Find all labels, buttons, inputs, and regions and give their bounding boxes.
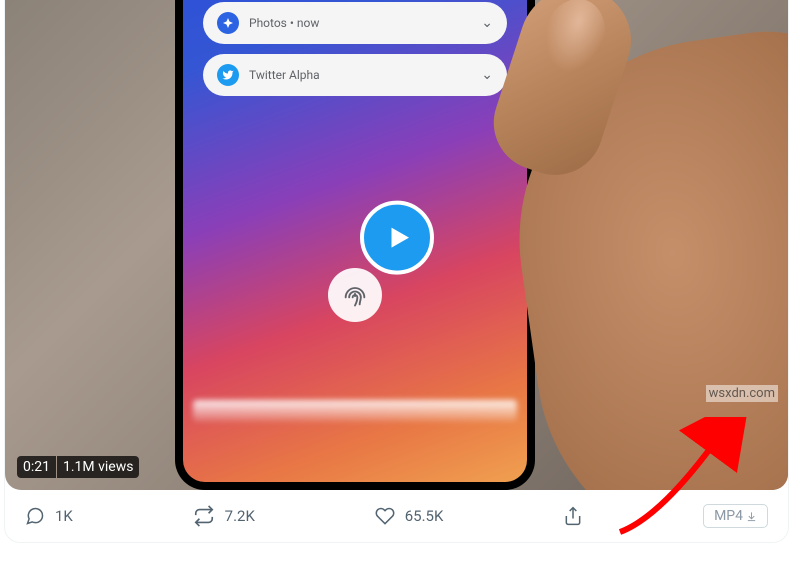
notification-item: Twitter Alpha ⌄: [203, 54, 507, 96]
retweet-icon: [193, 505, 215, 527]
share-icon: [563, 506, 583, 526]
retweet-count: 7.2K: [225, 507, 255, 525]
notification-label: Photos • now: [249, 16, 481, 30]
play-icon: [384, 221, 414, 255]
heart-icon: [375, 506, 395, 526]
fingerprint-icon: [328, 268, 382, 322]
reply-count: 1K: [55, 507, 73, 525]
twitter-icon: [217, 64, 239, 86]
like-button[interactable]: 65.5K: [375, 506, 444, 526]
notification-item: Photos • now ⌄: [203, 2, 507, 44]
tweet-actions: 1K 7.2K 65.5K MP4: [5, 490, 788, 542]
video-views: 1.1M views: [57, 456, 139, 478]
photos-icon: [217, 12, 239, 34]
reply-button[interactable]: 1K: [25, 506, 73, 526]
download-mp4-button[interactable]: MP4: [703, 504, 768, 528]
retweet-button[interactable]: 7.2K: [193, 505, 255, 527]
notification-list: Phone • 2h ⌄ Photos • now ⌄: [203, 0, 507, 106]
play-button[interactable]: [360, 201, 434, 275]
watermark: wsxdn.com: [706, 385, 778, 402]
video-meta: 0:21 1.1M views: [17, 456, 139, 478]
video-duration: 0:21: [17, 456, 56, 478]
download-icon: [746, 511, 757, 522]
screen-glare: [193, 400, 517, 422]
reply-icon: [25, 506, 45, 526]
like-count: 65.5K: [405, 507, 444, 525]
share-button[interactable]: [563, 506, 583, 526]
tweet-card: Phone • 2h ⌄ Photos • now ⌄: [4, 0, 789, 543]
hand: [488, 0, 788, 490]
download-label: MP4: [714, 508, 743, 524]
phone-screen: Phone • 2h ⌄ Photos • now ⌄: [183, 0, 527, 482]
notification-label: Twitter Alpha: [249, 68, 481, 82]
phone-mockup: Phone • 2h ⌄ Photos • now ⌄: [175, 0, 535, 490]
video-player[interactable]: Phone • 2h ⌄ Photos • now ⌄: [5, 0, 788, 490]
